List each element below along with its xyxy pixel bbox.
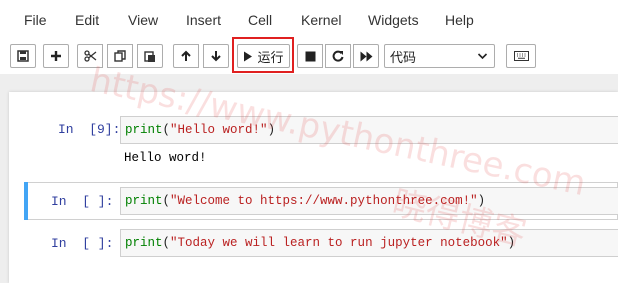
menu-widgets[interactable]: Widgets (368, 12, 419, 28)
move-down-button[interactable] (203, 44, 229, 68)
plus-icon (51, 51, 61, 61)
code-input[interactable]: print("Today we will learn to run jupyte… (120, 229, 618, 257)
command-palette-button[interactable] (506, 44, 536, 68)
run-button-highlight (232, 37, 294, 73)
code-paren-open: ( (162, 123, 171, 137)
menu-file[interactable]: File (24, 12, 47, 28)
stop-icon (305, 51, 315, 61)
keyboard-icon (513, 51, 529, 61)
copy-icon (114, 50, 126, 62)
code-string: "Hello word!" (170, 123, 268, 137)
restart-icon (332, 50, 344, 62)
fast-forward-icon (360, 51, 372, 61)
code-func: print (125, 236, 163, 250)
menu-insert[interactable]: Insert (186, 12, 221, 28)
menu-bar: File Edit View Insert Cell Kernel Widget… (0, 0, 618, 41)
move-up-button[interactable] (173, 44, 199, 68)
cell-output: Hello word! (124, 151, 207, 165)
menu-cell[interactable]: Cell (248, 12, 272, 28)
save-button[interactable] (10, 44, 36, 68)
menu-kernel[interactable]: Kernel (301, 12, 341, 28)
code-func: print (125, 123, 163, 137)
code-paren-close: ) (477, 194, 486, 208)
interrupt-kernel-button[interactable] (297, 44, 323, 68)
arrow-down-icon (211, 51, 221, 62)
code-string: "Today we will learn to run jupyter note… (170, 236, 508, 250)
code-paren-close: ) (267, 123, 276, 137)
code-input[interactable]: print("Welcome to https://www.pythonthre… (120, 187, 618, 215)
code-paren-close: ) (507, 236, 516, 250)
insert-cell-button[interactable] (43, 44, 69, 68)
paste-button[interactable] (137, 44, 163, 68)
toolbar: 运行 代码 (0, 41, 618, 74)
cell-prompt: In [ ]: (51, 236, 114, 251)
cell-prompt: In [9]: (58, 122, 121, 137)
cut-button[interactable] (77, 44, 103, 68)
code-paren-open: ( (162, 194, 171, 208)
arrow-up-icon (181, 50, 191, 61)
restart-run-all-button[interactable] (353, 44, 379, 68)
scissors-icon (83, 50, 96, 62)
paste-icon (144, 51, 155, 62)
code-paren-open: ( (162, 236, 171, 250)
selected-cell-indicator (24, 182, 28, 220)
chevron-down-icon (477, 53, 488, 60)
menu-edit[interactable]: Edit (75, 12, 99, 28)
menu-help[interactable]: Help (445, 12, 474, 28)
code-string: "Welcome to https://www.pythonthree.com!… (170, 194, 478, 208)
cell-type-value: 代码 (390, 50, 417, 66)
cell-prompt: In [ ]: (51, 194, 114, 209)
cell-type-select[interactable]: 代码 (384, 44, 495, 68)
code-input[interactable]: print("Hello word!") (120, 116, 618, 144)
save-icon (17, 50, 29, 62)
copy-button[interactable] (107, 44, 133, 68)
menu-view[interactable]: View (128, 12, 158, 28)
restart-kernel-button[interactable] (325, 44, 351, 68)
code-func: print (125, 194, 163, 208)
